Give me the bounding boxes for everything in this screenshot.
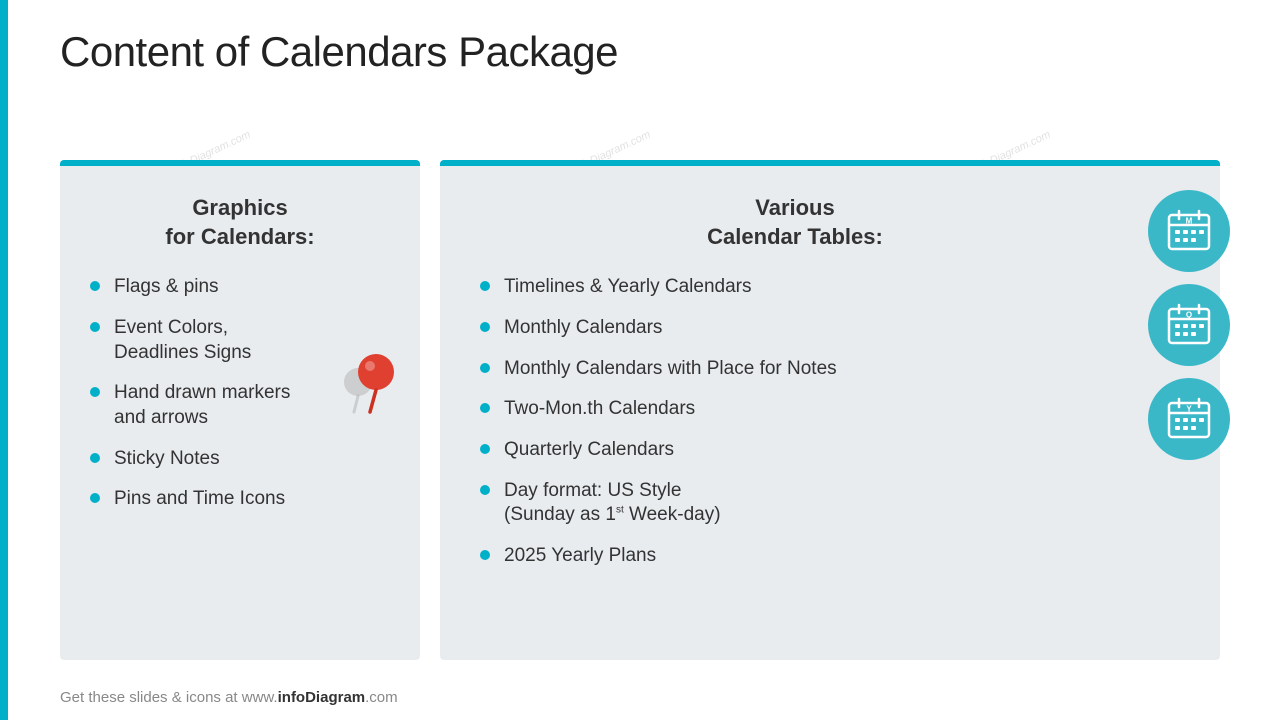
- svg-text:Y: Y: [1186, 405, 1192, 414]
- list-item: Day format: US Style(Sunday as 1st Week-…: [480, 479, 1110, 528]
- list-item: Quarterly Calendars: [480, 438, 1110, 463]
- list-item: Monthly Calendars: [480, 316, 1110, 341]
- svg-text:M: M: [1186, 217, 1193, 226]
- bullet-dot: [480, 403, 490, 413]
- bullet-dot: [480, 281, 490, 291]
- page-title: Content of Calendars Package: [60, 28, 1220, 76]
- pin-illustration: [330, 340, 410, 420]
- bullet-dot: [480, 322, 490, 332]
- left-accent-bar: [0, 0, 8, 720]
- bullet-dot: [480, 444, 490, 454]
- bullet-dot: [90, 322, 100, 332]
- calendar-icons: M Q: [1148, 190, 1230, 460]
- list-item: Flags & pins: [90, 275, 390, 300]
- list-item: Two-Mon.th Calendars: [480, 397, 1110, 422]
- left-panel-top-bar: [60, 160, 420, 166]
- right-bullet-list: Timelines & Yearly Calendars Monthly Cal…: [480, 275, 1110, 569]
- bullet-dot: [90, 281, 100, 291]
- bullet-dot: [480, 363, 490, 373]
- list-item: Timelines & Yearly Calendars: [480, 275, 1110, 300]
- footer-text: Get these slides & icons at www.infoDiag…: [60, 689, 398, 706]
- main-content: Graphics for Calendars: Flags & pins: [60, 160, 1220, 660]
- bullet-dot: [90, 493, 100, 503]
- right-panel-top-bar: [440, 160, 1220, 166]
- bullet-dot: [90, 387, 100, 397]
- list-item: Monthly Calendars with Place for Notes: [480, 357, 1110, 382]
- bullet-dot: [90, 453, 100, 463]
- list-item: Pins and Time Icons: [90, 487, 390, 512]
- right-panel: Various Calendar Tables: Timelines & Yea…: [440, 160, 1220, 660]
- quarterly-calendar-icon: Q: [1148, 284, 1230, 366]
- list-item: 2025 Yearly Plans: [480, 544, 1110, 569]
- bullet-dot: [480, 550, 490, 560]
- list-item: Sticky Notes: [90, 447, 390, 472]
- monthly-calendar-icon: M: [1148, 190, 1230, 272]
- right-panel-title: Various Calendar Tables:: [480, 194, 1110, 251]
- footer: Get these slides & icons at www.infoDiag…: [60, 689, 1220, 706]
- footer-brand: infoDiagram: [278, 689, 366, 706]
- yearly-calendar-icon: Y: [1148, 378, 1230, 460]
- left-panel-title: Graphics for Calendars:: [90, 194, 390, 251]
- left-panel: Graphics for Calendars: Flags & pins: [60, 160, 420, 660]
- bullet-dot: [480, 485, 490, 495]
- page-title-area: Content of Calendars Package: [60, 28, 1220, 76]
- svg-text:Q: Q: [1186, 311, 1192, 320]
